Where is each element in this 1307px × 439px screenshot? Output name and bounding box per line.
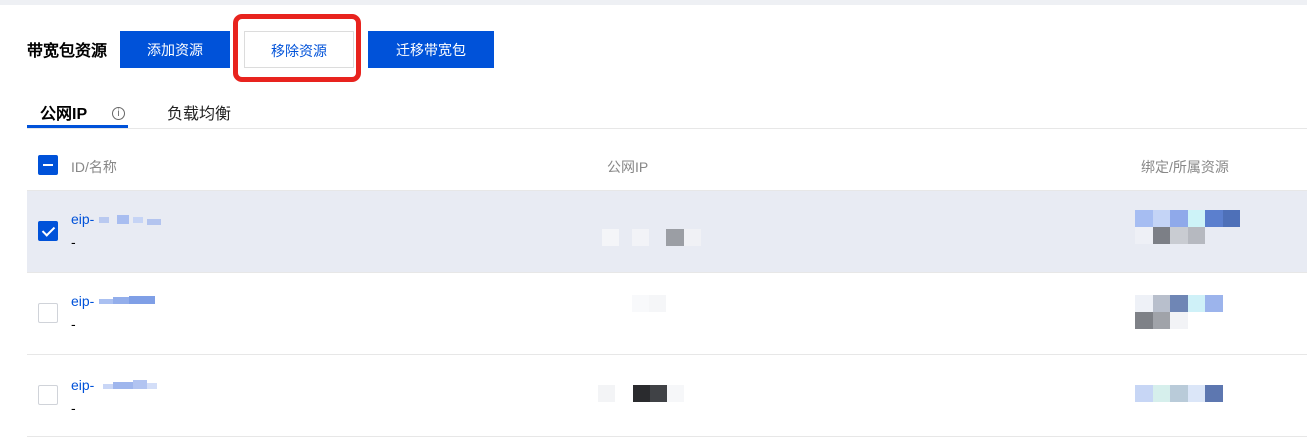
table-row[interactable]: eip- - — [27, 355, 1307, 437]
active-tab-indicator — [27, 125, 128, 128]
select-all-checkbox[interactable] — [38, 155, 58, 175]
eip-name: - — [71, 316, 76, 332]
highlight-annotation-box — [233, 14, 361, 82]
column-header-public-ip: 公网IP — [607, 159, 649, 175]
redacted-id — [99, 379, 163, 391]
column-header-bound-resource: 绑定/所属资源 — [1141, 159, 1229, 175]
resource-tabs: 公网IP i 负载均衡 — [27, 96, 1307, 129]
redacted-public-ip — [598, 385, 688, 403]
table-row[interactable]: eip- - — [27, 273, 1307, 355]
add-resource-button[interactable]: 添加资源 — [120, 31, 230, 68]
redacted-id — [99, 215, 169, 225]
redacted-bound-resource — [1135, 295, 1245, 331]
section-title: 带宽包资源 — [27, 43, 108, 60]
info-icon[interactable]: i — [112, 107, 125, 120]
redacted-id — [99, 296, 157, 306]
redacted-public-ip — [602, 229, 712, 247]
eip-id-link[interactable]: eip- — [71, 293, 155, 309]
top-strip — [0, 0, 1307, 5]
eip-id-link[interactable]: eip- — [71, 211, 161, 227]
column-header-id-name: ID/名称 — [71, 159, 117, 175]
eip-name: - — [71, 400, 76, 416]
eip-id-link[interactable]: eip- — [71, 377, 157, 393]
tab-load-balancer[interactable]: 负载均衡 — [167, 100, 231, 124]
row-checkbox[interactable] — [38, 221, 58, 241]
migrate-bandwidth-package-button[interactable]: 迁移带宽包 — [368, 31, 494, 68]
table-row[interactable]: eip- - — [27, 191, 1307, 273]
redacted-bound-resource — [1135, 210, 1245, 246]
table-header: ID/名称 公网IP 绑定/所属资源 — [27, 140, 1307, 191]
redacted-public-ip — [632, 295, 672, 313]
tab-public-ip-label: 公网IP — [40, 106, 88, 123]
row-checkbox[interactable] — [38, 385, 58, 405]
redacted-bound-resource — [1135, 385, 1235, 403]
row-checkbox[interactable] — [38, 303, 58, 323]
eip-name: - — [71, 234, 76, 250]
tab-public-ip[interactable]: 公网IP i — [40, 100, 125, 124]
